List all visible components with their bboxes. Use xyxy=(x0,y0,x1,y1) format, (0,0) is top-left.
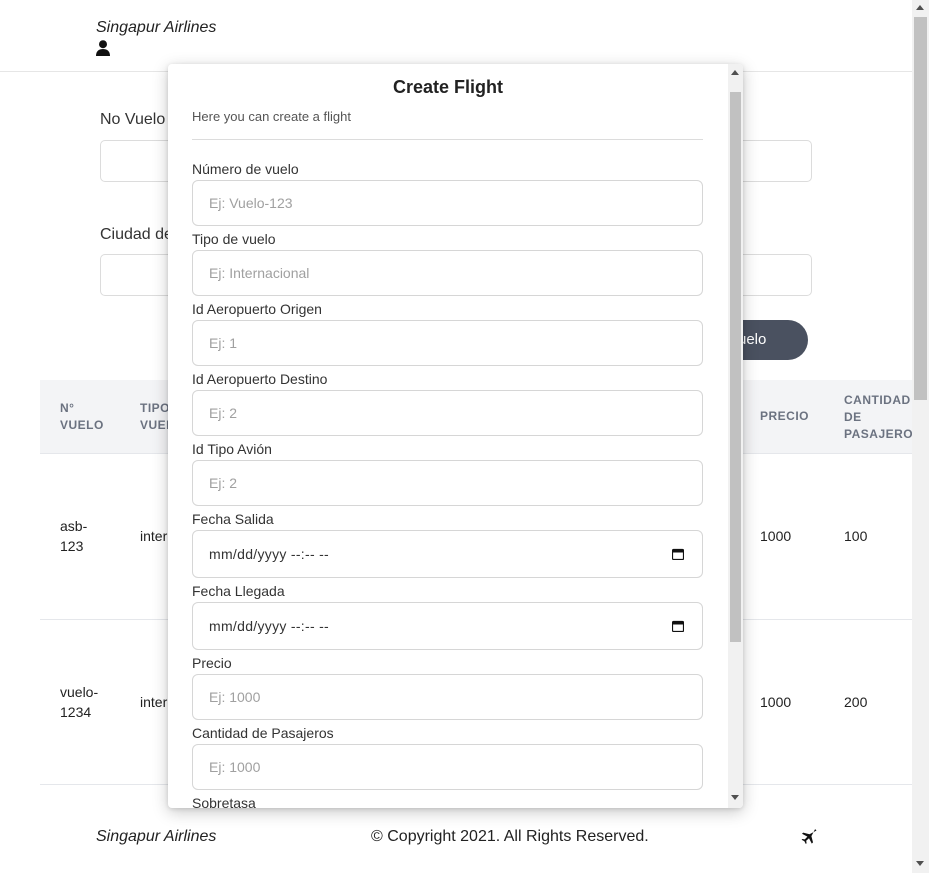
numero-vuelo-input[interactable] xyxy=(192,180,703,226)
site-header: Singapur Airlines xyxy=(0,0,912,72)
cell-cantidad: 100 xyxy=(844,528,868,544)
scroll-down-arrow[interactable] xyxy=(916,861,924,866)
th-cantidad-pasajeros[interactable]: CANTIDAD DE PASAJEROS xyxy=(844,392,922,443)
tipo-vuelo-label: Tipo de vuelo xyxy=(192,231,276,247)
cell-n-vuelo: asb- 123 xyxy=(60,518,88,554)
user-icon[interactable] xyxy=(96,40,110,56)
tipo-avion-input[interactable] xyxy=(192,460,703,506)
cell-cantidad: 200 xyxy=(844,694,868,710)
cell-n-vuelo: vuelo- 1234 xyxy=(60,684,99,720)
cantidad-pasajeros-input[interactable] xyxy=(192,744,703,790)
modal-scrollbar[interactable] xyxy=(728,64,743,808)
fecha-salida-value: mm/dd/yyyy --:-- -- xyxy=(209,546,330,562)
footer-copyright: © Copyright 2021. All Rights Reserved. xyxy=(371,828,649,845)
aeropuerto-origen-input[interactable] xyxy=(192,320,703,366)
sobretasa-label: Sobretasa xyxy=(192,795,256,808)
no-vuelo-label: No Vuelo xyxy=(100,111,166,128)
th-precio[interactable]: PRECIO xyxy=(760,408,809,425)
scroll-up-arrow[interactable] xyxy=(916,5,924,10)
scrollbar-thumb[interactable] xyxy=(730,92,741,642)
precio-label: Precio xyxy=(192,655,232,671)
aeropuerto-destino-label: Id Aeropuerto Destino xyxy=(192,371,328,387)
aeropuerto-destino-input[interactable] xyxy=(192,390,703,436)
modal-body: Create Flight Here you can create a flig… xyxy=(168,64,728,808)
scrollbar-thumb[interactable] xyxy=(914,17,927,400)
tipo-vuelo-input[interactable] xyxy=(192,250,703,296)
scroll-down-arrow[interactable] xyxy=(731,795,739,800)
fecha-llegada-label: Fecha Llegada xyxy=(192,583,285,599)
page-scrollbar[interactable] xyxy=(912,0,929,873)
calendar-icon[interactable] xyxy=(672,548,684,560)
ciudad-label: Ciudad de xyxy=(100,226,173,243)
create-flight-modal: Create Flight Here you can create a flig… xyxy=(168,64,743,808)
footer-brand: Singapur Airlines xyxy=(96,828,217,845)
tipo-avion-label: Id Tipo Avión xyxy=(192,441,272,457)
fecha-llegada-value: mm/dd/yyyy --:-- -- xyxy=(209,618,330,634)
aeropuerto-origen-label: Id Aeropuerto Origen xyxy=(192,301,322,317)
precio-input[interactable] xyxy=(192,674,703,720)
cantidad-pasajeros-label: Cantidad de Pasajeros xyxy=(192,725,334,741)
cell-tipo: inter xyxy=(140,528,168,544)
divider xyxy=(192,139,703,140)
fecha-salida-input[interactable]: mm/dd/yyyy --:-- -- xyxy=(192,530,703,578)
scroll-up-arrow[interactable] xyxy=(731,70,739,75)
fecha-llegada-input[interactable]: mm/dd/yyyy --:-- -- xyxy=(192,602,703,650)
fecha-salida-label: Fecha Salida xyxy=(192,511,274,527)
th-n-vuelo[interactable]: N° VUELO xyxy=(60,400,104,434)
numero-vuelo-label: Número de vuelo xyxy=(192,161,299,177)
modal-subtitle: Here you can create a flight xyxy=(192,109,351,124)
calendar-icon[interactable] xyxy=(672,620,684,632)
cell-precio: 1000 xyxy=(760,694,792,710)
modal-title: Create Flight xyxy=(392,77,503,97)
plane-icon xyxy=(801,829,817,844)
brand-name[interactable]: Singapur Airlines xyxy=(96,19,216,37)
cell-precio: 1000 xyxy=(760,528,792,544)
cell-tipo: inter xyxy=(140,694,168,710)
